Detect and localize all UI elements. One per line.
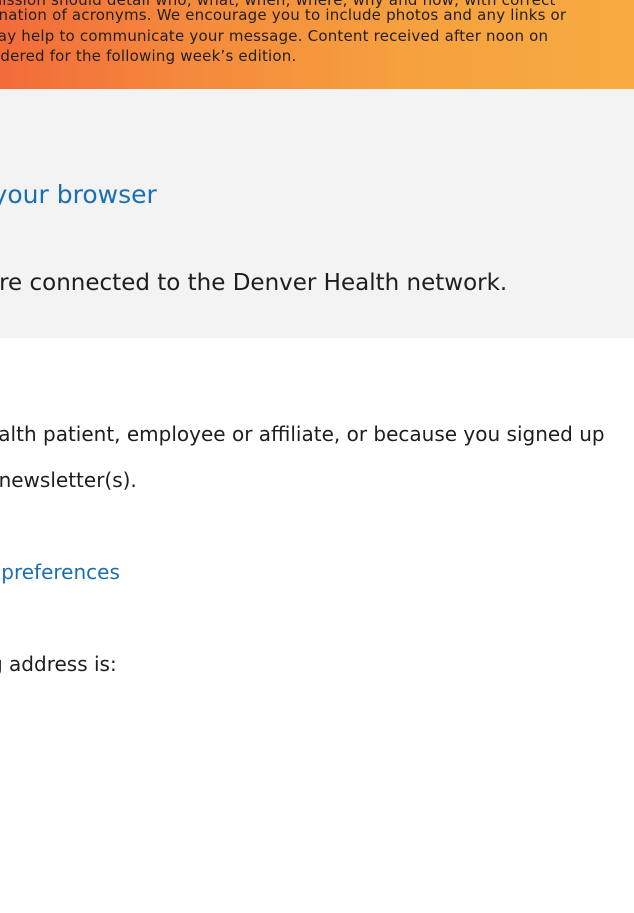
mailing-address-label: g address is: — [0, 652, 117, 676]
banner-text-line: sidered for the following week’s edition… — [0, 47, 297, 65]
subscription-reason-text: r newsletter(s). — [0, 468, 137, 492]
email-footer-page: submission should detail who, what, when… — [0, 0, 634, 913]
view-in-browser-link[interactable]: il in your browser — [0, 180, 157, 209]
network-notice: are connected to the Denver Health netwo… — [0, 270, 508, 296]
submission-guidelines-banner: submission should detail who, what, when… — [0, 0, 634, 89]
update-preferences-link[interactable]: ur preferences — [0, 560, 120, 584]
banner-text-line: planation of acronyms. We encourage you … — [0, 6, 567, 24]
banner-text-line: may help to communicate your message. Co… — [0, 27, 549, 45]
subscription-reason-text: ealth patient, employee or affiliate, or… — [0, 422, 605, 446]
browser-view-section — [0, 89, 634, 338]
